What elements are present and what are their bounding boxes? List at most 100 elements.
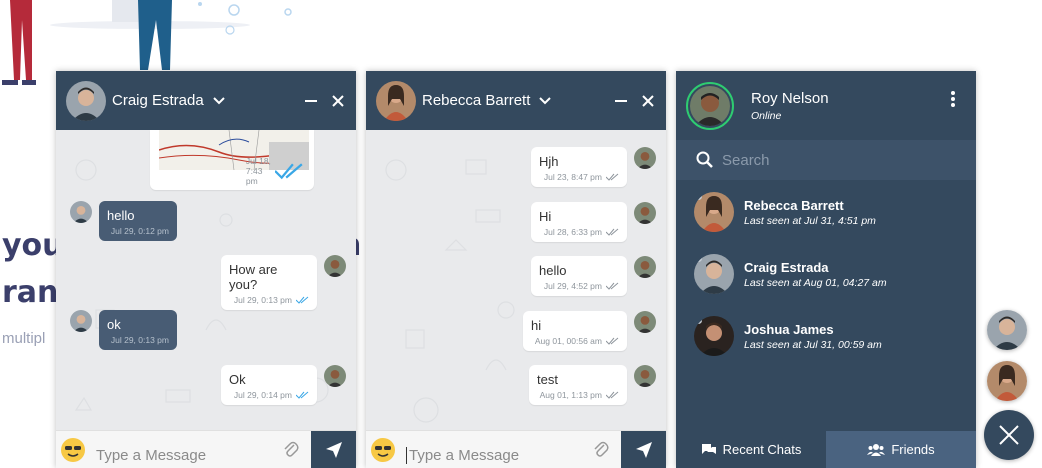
message-timestamp: Jul 29, 0:12 pm [110, 226, 169, 236]
contact-name: Joshua James [744, 321, 834, 337]
minimize-icon[interactable] [303, 93, 319, 109]
message-row: hello Jul 29, 0:12 pm [70, 201, 177, 241]
paperclip-icon[interactable] [282, 441, 300, 459]
message-text: Hi [539, 209, 552, 224]
message-row: test Aug 01, 1:13 pm [529, 365, 656, 405]
contact-item-joshua[interactable]: Joshua James Last seen at Jul 31, 00:59 … [694, 316, 882, 356]
message-row: How are you? Jul 29, 0:13 pm [221, 255, 346, 310]
last-seen: Last seen at Jul 31, 4:51 pm [744, 214, 876, 227]
avatar [694, 254, 734, 294]
message-timestamp: Jul 29, 0:13 pm [110, 335, 169, 345]
message-row: Hjh Jul 23, 8:47 pm [531, 147, 656, 187]
avatar [634, 311, 656, 333]
tab-label: Recent Chats [722, 442, 802, 457]
avatar [634, 202, 656, 224]
paperclip-icon[interactable] [592, 441, 610, 459]
chat-messages[interactable]: Jul 18, 7:43 pm hello Jul 29, 0:12 pm Ho… [56, 130, 356, 430]
contact-item-craig[interactable]: Craig Estrada Last seen at Aug 01, 04:27… [694, 254, 887, 294]
read-ticks-icon [296, 296, 309, 304]
delivered-ticks-icon [606, 337, 619, 345]
map-attachment-bubble[interactable]: Jul 18, 7:43 pm [150, 130, 314, 190]
avatar [70, 310, 92, 332]
avatar [634, 147, 656, 169]
chevron-down-icon[interactable] [538, 94, 552, 108]
message-timestamp: Jul 18, 7:43 pm [245, 156, 271, 186]
chat-window-craig: Craig Estrada Jul 18, 7:43 pm hello Jul … [56, 71, 356, 468]
message-input[interactable] [96, 447, 276, 464]
contact-item-rebecca[interactable]: Rebecca Barrett Last seen at Jul 31, 4:5… [694, 192, 876, 232]
close-icon[interactable] [640, 93, 656, 109]
floating-chat-head[interactable] [987, 361, 1027, 401]
profile-header: Roy Nelson Online [676, 71, 976, 140]
tab-recent-chats[interactable]: Recent Chats [676, 431, 826, 468]
chat-contact-name[interactable]: Craig Estrada [112, 92, 204, 109]
close-icon [999, 425, 1019, 445]
message-composer [56, 430, 356, 468]
message-composer [366, 430, 666, 468]
message-row: ok Jul 29, 0:13 pm [70, 310, 177, 350]
floating-chat-head[interactable] [987, 310, 1027, 350]
message-timestamp: Jul 29, 0:14 pm [233, 390, 292, 400]
delivered-ticks-icon [606, 282, 619, 290]
search-input[interactable] [722, 151, 962, 169]
tab-friends[interactable]: Friends [826, 431, 976, 468]
emoji-icon[interactable] [60, 437, 86, 463]
message-row: Ok Jul 29, 0:14 pm [221, 365, 346, 405]
send-icon [325, 442, 342, 458]
close-chats-button[interactable] [984, 410, 1034, 460]
contact-name: Craig Estrada [744, 259, 829, 275]
delivered-ticks-icon [606, 391, 619, 399]
chat-window-rebecca: Rebecca Barrett Hjh Jul 23, 8:47 pm Hi J… [366, 71, 666, 468]
outgoing-message-bubble[interactable]: Ok Jul 29, 0:14 pm [221, 365, 317, 405]
outgoing-message-bubble[interactable]: Hi Jul 28, 6:33 pm [531, 202, 627, 242]
close-icon[interactable] [330, 93, 346, 109]
message-text: hello [539, 263, 567, 278]
message-timestamp: Aug 01, 00:56 am [534, 336, 602, 346]
incoming-message-bubble[interactable]: hello Jul 29, 0:12 pm [99, 201, 177, 241]
emoji-icon[interactable] [370, 437, 396, 463]
chat-contact-name[interactable]: Rebecca Barrett [422, 92, 530, 109]
message-text: How are you? [229, 262, 278, 292]
outgoing-message-bubble[interactable]: How are you? Jul 29, 0:13 pm [221, 255, 317, 310]
message-row: Hi Jul 28, 6:33 pm [531, 202, 656, 242]
hero-subtext: multipl [2, 330, 46, 347]
message-row: hello Jul 29, 4:52 pm [531, 256, 656, 296]
panel-tabs: Recent Chats Friends [676, 431, 976, 468]
user-status: Online [751, 109, 782, 122]
incoming-message-bubble[interactable]: ok Jul 29, 0:13 pm [99, 310, 177, 350]
presence-dot [695, 317, 702, 324]
contact-name: Rebecca Barrett [744, 197, 844, 213]
outgoing-message-bubble[interactable]: Hjh Jul 23, 8:47 pm [531, 147, 627, 187]
outgoing-message-bubble[interactable]: hello Jul 29, 4:52 pm [531, 256, 627, 296]
tab-label: Friends [891, 442, 935, 457]
send-button[interactable] [621, 431, 666, 468]
hero-heading-line1: you [2, 228, 64, 263]
avatar [66, 80, 106, 121]
message-timestamp: Jul 28, 6:33 pm [543, 227, 602, 237]
minimize-icon[interactable] [613, 93, 629, 109]
message-text: hi [531, 318, 542, 333]
read-ticks-icon [274, 163, 303, 180]
chat-messages[interactable]: Hjh Jul 23, 8:47 pm Hi Jul 28, 6:33 pm h… [366, 130, 666, 430]
user-avatar[interactable] [686, 81, 734, 130]
delivered-ticks-icon [606, 173, 619, 181]
outgoing-message-bubble[interactable]: hi Aug 01, 00:56 am [523, 311, 627, 351]
message-text: ok [107, 317, 121, 332]
message-timestamp: Jul 29, 4:52 pm [543, 281, 602, 291]
read-ticks-icon [296, 391, 309, 399]
message-row: hi Aug 01, 00:56 am [523, 311, 656, 351]
message-text: Hjh [539, 154, 559, 169]
chat-header[interactable]: Craig Estrada [56, 71, 356, 130]
message-text: hello [107, 208, 135, 223]
send-icon [635, 442, 652, 458]
message-timestamp: Jul 23, 8:47 pm [543, 172, 602, 182]
send-button[interactable] [311, 431, 356, 468]
message-text: test [537, 372, 558, 387]
avatar [694, 316, 734, 356]
more-options-icon[interactable] [950, 90, 956, 108]
chevron-down-icon[interactable] [212, 94, 226, 108]
message-input[interactable] [406, 447, 586, 464]
chat-header[interactable]: Rebecca Barrett [366, 71, 666, 130]
outgoing-message-bubble[interactable]: test Aug 01, 1:13 pm [529, 365, 627, 405]
avatar [634, 256, 656, 278]
